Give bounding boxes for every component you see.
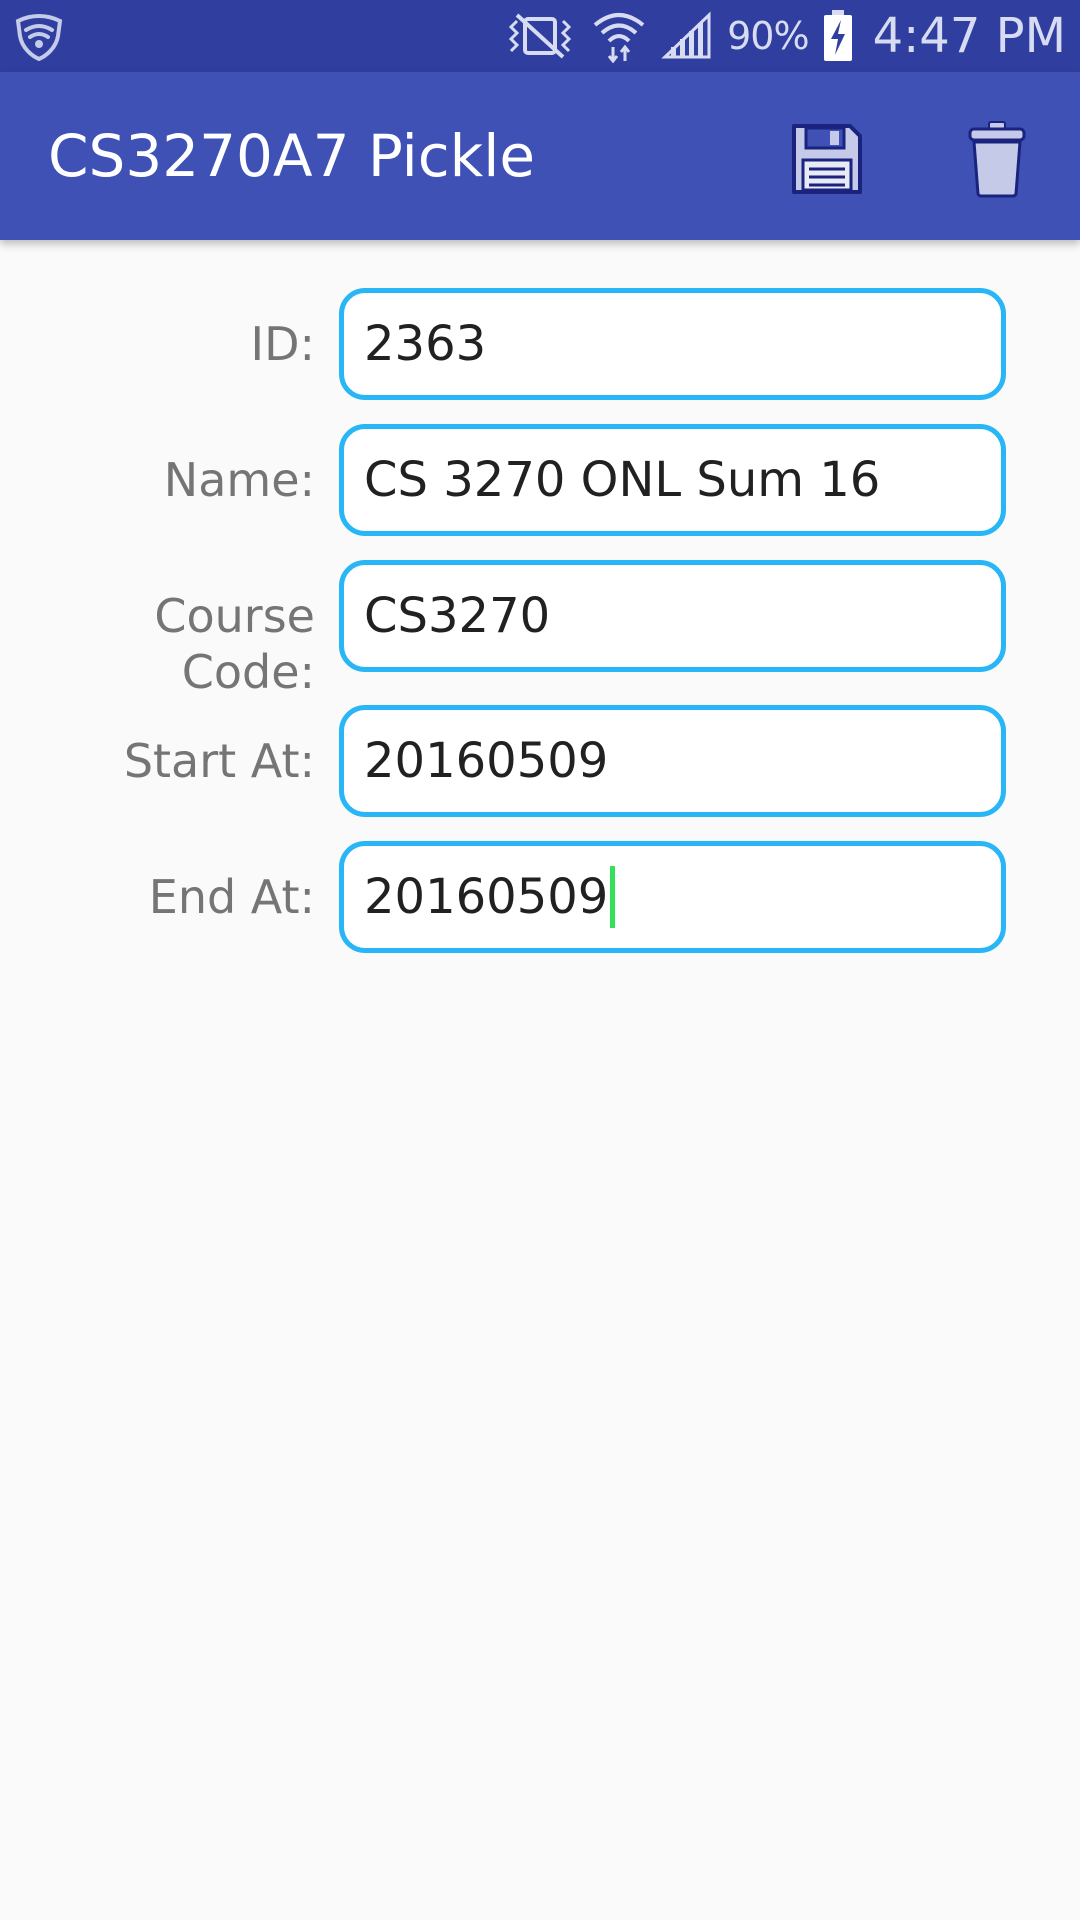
battery-percent: 90% — [727, 14, 809, 58]
clock: 4:47 PM — [872, 8, 1066, 64]
app-title: CS3270A7 Pickle — [48, 122, 536, 190]
course-code-value: CS3270 — [364, 588, 551, 644]
vibrate-icon — [503, 11, 577, 61]
id-field[interactable]: 2363 — [339, 288, 1006, 400]
text-cursor — [610, 866, 616, 928]
name-label: Name: — [163, 453, 315, 507]
course-code-field[interactable]: CS3270 — [339, 560, 1006, 672]
start-at-value: 20160509 — [364, 733, 609, 789]
delete-icon — [968, 121, 1026, 198]
save-button[interactable] — [782, 114, 872, 204]
start-at-field[interactable]: 20160509 — [339, 705, 1006, 817]
wifi-icon — [591, 9, 647, 63]
app-bar: CS3270A7 Pickle — [0, 72, 1080, 240]
start-at-label: Start At: — [123, 734, 315, 788]
signal-icon — [661, 11, 713, 61]
name-value: CS 3270 ONL Sum 16 — [364, 452, 881, 508]
delete-button[interactable] — [952, 114, 1042, 204]
battery-charging-icon — [823, 10, 853, 62]
course-code-label: Course Code: — [85, 588, 315, 700]
shield-icon — [14, 12, 64, 62]
course-code-label-line1: Course — [154, 589, 315, 643]
id-label: ID: — [250, 317, 316, 371]
end-at-field[interactable]: 20160509 — [339, 841, 1006, 953]
course-code-label-line2: Code: — [181, 645, 315, 699]
status-bar: 90% 4:47 PM — [0, 0, 1080, 72]
end-at-label: End At: — [148, 870, 315, 924]
name-field[interactable]: CS 3270 ONL Sum 16 — [339, 424, 1006, 536]
end-at-value: 20160509 — [364, 869, 609, 925]
id-value: 2363 — [364, 316, 487, 372]
save-icon — [792, 124, 862, 194]
